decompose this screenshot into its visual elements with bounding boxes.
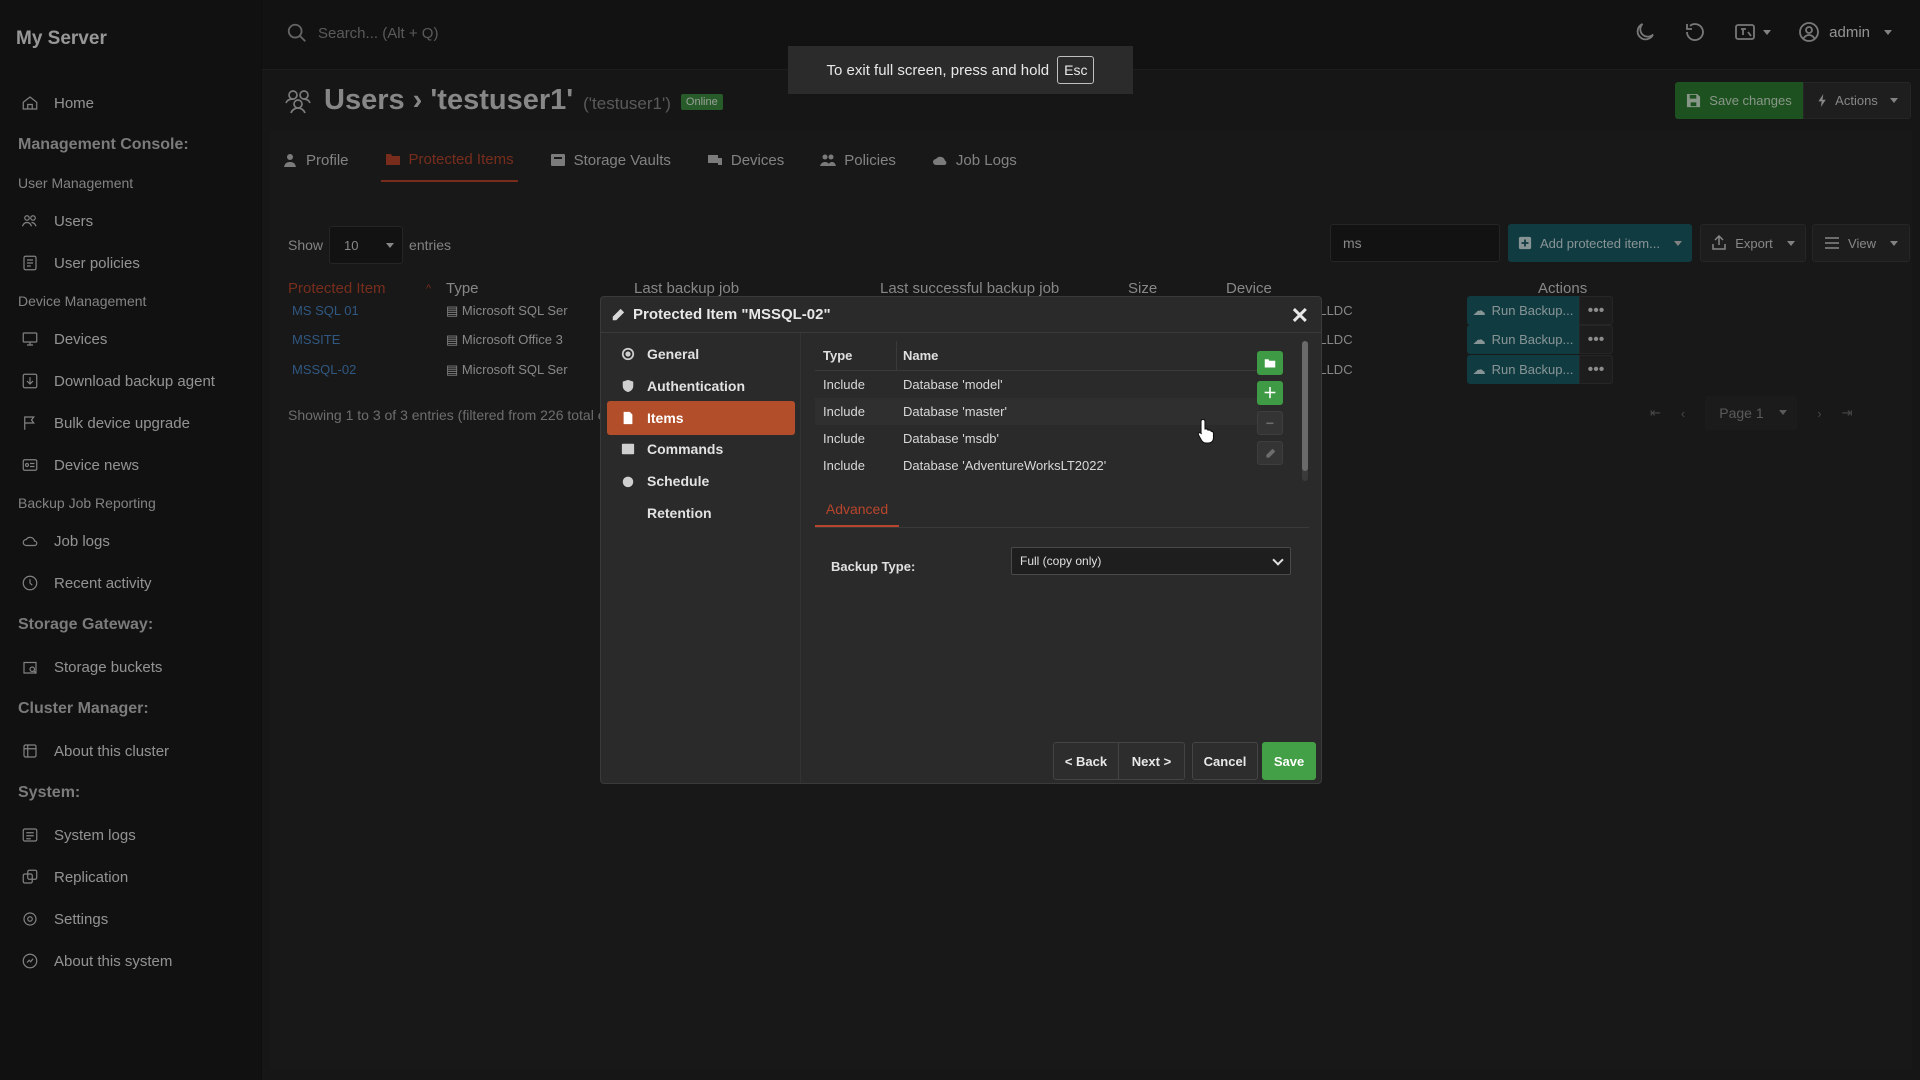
dialog-nav-retention[interactable]: Retention: [607, 496, 795, 530]
remove-item-button[interactable]: −: [1257, 411, 1283, 435]
dialog-nav-schedule[interactable]: Schedule: [607, 464, 795, 498]
back-button[interactable]: < Back: [1053, 742, 1119, 780]
items-table-body: Include Database 'model' Include Database '…: [815, 371, 1259, 479]
items-icon: [623, 411, 633, 425]
dialog-title: Protected Item "MSSQL-02": [633, 306, 831, 323]
item-row[interactable]: Include Database 'msdb': [815, 425, 1259, 452]
pencil-icon: [1265, 448, 1275, 458]
backup-type-select[interactable]: Full (copy only): [1011, 547, 1291, 575]
dialog-nav-label: Authentication: [647, 378, 745, 394]
dialog-nav-label: Items: [647, 410, 684, 426]
divider: [815, 527, 1309, 528]
dialog-nav-general[interactable]: General: [607, 337, 795, 371]
dialog-nav: General Authentication Items Commands Schedu…: [601, 333, 801, 783]
protected-item-dialog: Protected Item "MSSQL-02" ✕ General Authe…: [600, 296, 1322, 784]
dialog-header: Protected Item "MSSQL-02" ✕: [601, 297, 1321, 333]
dialog-nav-label: Commands: [647, 441, 724, 457]
close-icon[interactable]: ✕: [1291, 303, 1309, 329]
retention-icon: [621, 508, 635, 518]
general-icon: [621, 347, 635, 361]
item-row-name: Database 'AdventureWorksLT2022': [903, 458, 1107, 473]
dialog-nav-label: General: [647, 346, 700, 362]
pencil-icon: [612, 308, 625, 320]
commands-icon: [621, 443, 635, 455]
item-row-name: Database 'master': [903, 404, 1007, 419]
items-col-type: Type: [815, 340, 897, 371]
edit-item-button[interactable]: [1257, 441, 1283, 465]
dialog-nav-items[interactable]: Items: [607, 401, 795, 435]
dialog-nav-authentication[interactable]: Authentication: [607, 369, 795, 403]
fullscreen-notice: To exit full screen, press and hold Esc: [788, 46, 1133, 94]
item-row[interactable]: Include Database 'AdventureWorksLT2022': [815, 452, 1259, 479]
items-col-name: Name: [903, 348, 939, 363]
scrollbar-thumb[interactable]: [1302, 341, 1308, 471]
mouse-cursor-icon: [1197, 418, 1215, 444]
backup-type-label: Backup Type:: [831, 559, 916, 574]
item-row-name: Database 'model': [903, 377, 1003, 392]
tab-advanced[interactable]: Advanced: [815, 493, 899, 527]
item-row-type: Include: [823, 404, 865, 419]
backup-type-value: Full (copy only): [1020, 554, 1102, 568]
item-row[interactable]: Include Database 'master': [815, 398, 1259, 425]
items-scrollbar[interactable]: [1302, 341, 1308, 481]
fullscreen-notice-text: To exit full screen, press and hold: [826, 61, 1050, 79]
item-row-type: Include: [823, 458, 865, 473]
add-item-button[interactable]: ＋: [1257, 381, 1283, 405]
schedule-icon: [622, 476, 634, 488]
save-button[interactable]: Save: [1262, 742, 1316, 780]
dialog-nav-label: Schedule: [647, 473, 710, 489]
esc-key: Esc: [1057, 56, 1095, 84]
folder-icon: [1264, 359, 1276, 368]
dialog-nav-label: Retention: [647, 505, 712, 521]
browse-button[interactable]: [1257, 351, 1283, 375]
items-table-header: Type Name: [815, 340, 1259, 371]
cancel-button[interactable]: Cancel: [1192, 742, 1258, 780]
item-row[interactable]: Include Database 'model': [815, 371, 1259, 398]
item-row-type: Include: [823, 431, 865, 446]
items-table: Type Name Include Database 'model' Include…: [815, 340, 1259, 479]
authentication-icon: [622, 379, 634, 393]
item-row-type: Include: [823, 377, 865, 392]
next-button[interactable]: Next >: [1119, 742, 1185, 780]
dialog-nav-commands[interactable]: Commands: [607, 432, 795, 466]
